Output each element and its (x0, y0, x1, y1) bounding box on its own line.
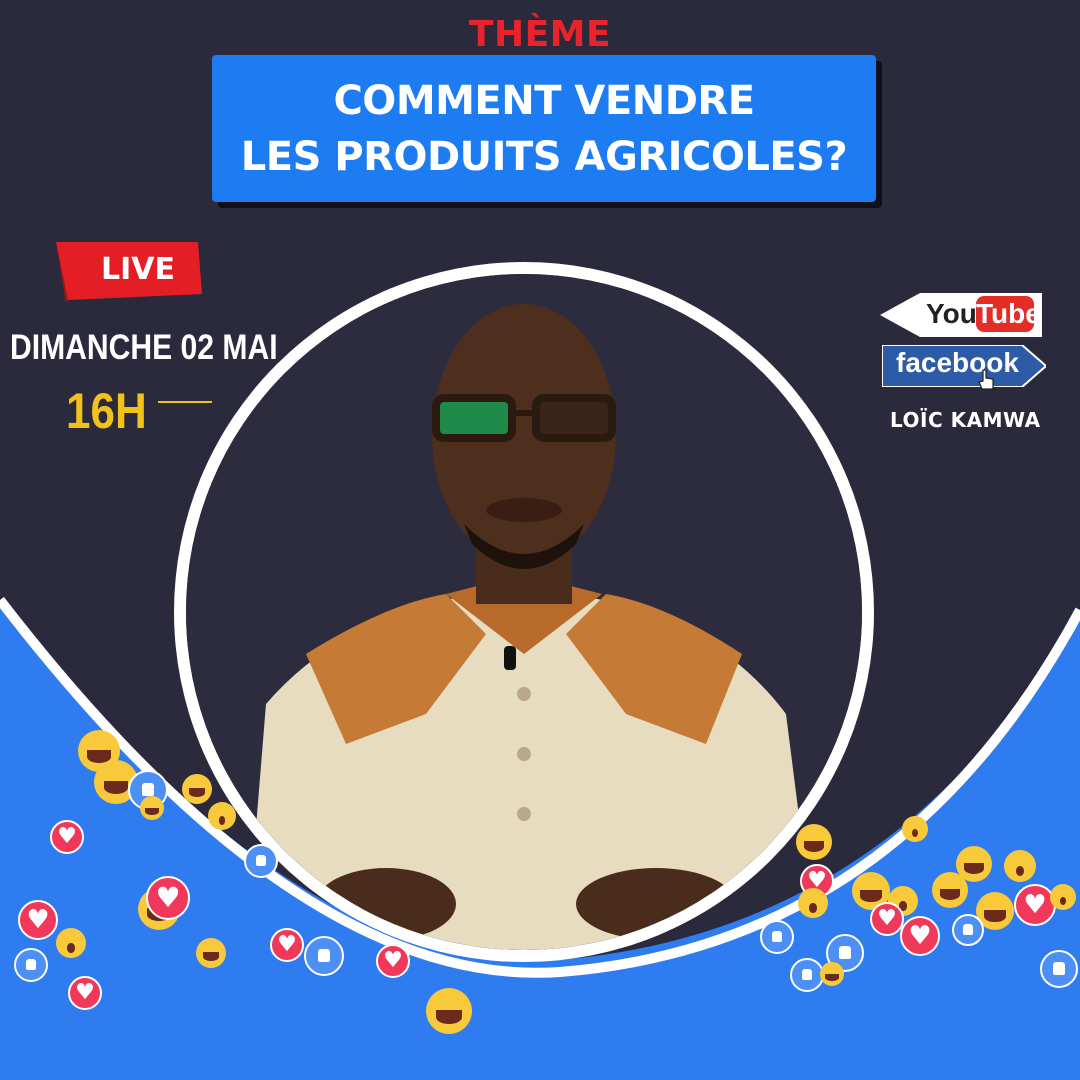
haha-icon (196, 938, 226, 968)
wow-icon (902, 816, 928, 842)
title-line-1: COMMENT VENDRE (333, 77, 755, 124)
wow-icon (1050, 884, 1076, 910)
event-date: DIMANCHE 02 MAI (10, 328, 278, 367)
like-icon (304, 936, 344, 976)
cursor-hand-icon (978, 369, 994, 390)
like-icon (1040, 950, 1078, 988)
hour-underline (158, 401, 212, 403)
like-icon (790, 958, 824, 992)
haha-icon (796, 824, 832, 860)
like-icon (760, 920, 794, 954)
haha-icon (426, 988, 472, 1034)
host-name: LOÏC KAMWA (890, 408, 1041, 432)
like-icon (244, 844, 278, 878)
live-badge: LIVE (56, 242, 206, 304)
wow-icon (1004, 850, 1036, 882)
love-icon (18, 900, 58, 940)
haha-icon (820, 962, 844, 986)
speaker-illustration (186, 274, 862, 950)
love-icon (1014, 884, 1056, 926)
facebook-logo: facebook (896, 347, 1019, 378)
youtube-logo-you: You (926, 298, 977, 329)
haha-icon (140, 796, 164, 820)
like-icon (14, 948, 48, 982)
title-banner: COMMENT VENDRE LES PRODUITS AGRICOLES? (212, 55, 876, 202)
wow-icon (56, 928, 86, 958)
theme-label: THÈME (468, 14, 612, 55)
love-icon (870, 902, 904, 936)
live-label: LIVE (101, 252, 175, 287)
love-icon (146, 876, 190, 920)
love-icon (270, 928, 304, 962)
youtube-logo-tube: Tube (976, 296, 1041, 332)
love-icon (376, 944, 410, 978)
love-icon (50, 820, 84, 854)
speaker-photo (186, 274, 862, 950)
event-hour: 16H (66, 383, 147, 439)
love-icon (68, 976, 102, 1010)
title-line-2: LES PRODUITS AGRICOLES? (240, 133, 848, 180)
facebook-badge: facebook (881, 344, 1048, 390)
youtube-badge: You Tube (880, 293, 1042, 337)
love-icon (900, 916, 940, 956)
wow-icon (798, 888, 828, 918)
wow-icon (208, 802, 236, 830)
haha-icon (932, 872, 968, 908)
like-icon (952, 914, 984, 946)
haha-icon (182, 774, 212, 804)
